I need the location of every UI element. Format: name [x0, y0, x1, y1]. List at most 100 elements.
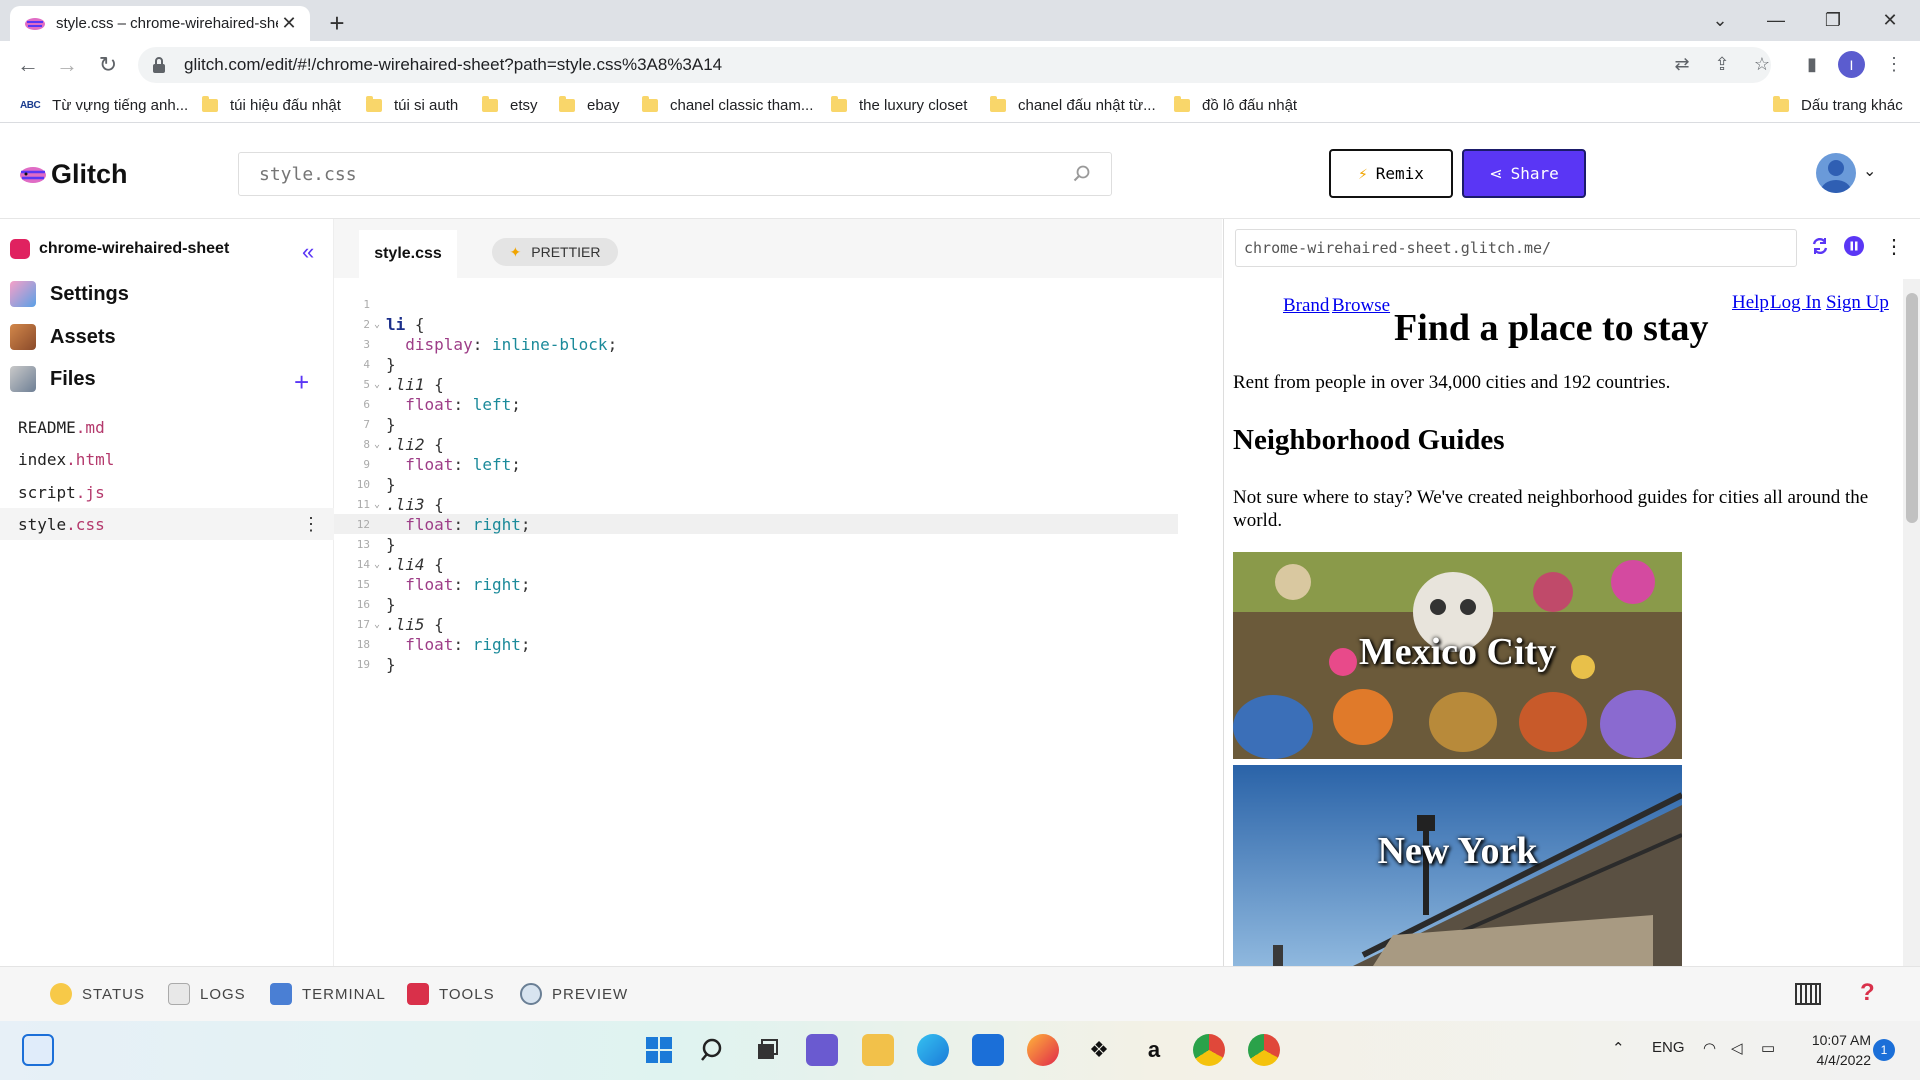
glitch-logo[interactable]: Glitch	[19, 159, 128, 190]
preview-url-field[interactable]: chrome-wirehaired-sheet.glitch.me/	[1235, 229, 1797, 267]
file-explorer-icon[interactable]	[862, 1034, 894, 1066]
tray-chevron-icon[interactable]: ⌃	[1612, 1039, 1625, 1057]
bookmark-item[interactable]: chanel đấu nhật từ...	[990, 94, 1156, 116]
code-area[interactable]: 1 2 ⌄ li {3 display: inline-block; 4} 5 ⌄ .li1 …	[334, 294, 1222, 674]
file-options-icon[interactable]: ⋮	[302, 514, 320, 535]
file-item-active[interactable]: style .css ⋮	[0, 508, 334, 540]
preview-button[interactable]: PREVIEW	[520, 983, 628, 1005]
bookmark-item[interactable]: ebay	[559, 94, 620, 116]
search-icon[interactable]	[1073, 165, 1091, 183]
code-line[interactable]: 19}	[334, 654, 1222, 674]
logs-button[interactable]: LOGS	[168, 983, 246, 1005]
widgets-icon[interactable]	[22, 1034, 54, 1066]
back-icon[interactable]: ←	[14, 51, 42, 79]
code-line[interactable]: 4}	[334, 354, 1222, 374]
bookmark-item[interactable]: ABC Từ vựng tiếng anh...	[20, 94, 188, 116]
fold-toggle-icon[interactable]: ⌄	[374, 319, 386, 330]
file-item[interactable]: index .html	[0, 443, 334, 475]
chevron-down-icon[interactable]: ⌄	[1863, 161, 1876, 181]
task-view-icon[interactable]	[751, 1034, 783, 1066]
share-page-icon[interactable]: ⇪	[1710, 52, 1734, 76]
restore-icon[interactable]: ❐	[1805, 0, 1861, 41]
mail-icon[interactable]	[972, 1034, 1004, 1066]
tab-style-css[interactable]: style.css	[359, 230, 457, 278]
code-line[interactable]: 1	[334, 294, 1222, 314]
code-line[interactable]: 5 ⌄ .li1 {	[334, 374, 1222, 394]
nav-link-signup[interactable]: Sign Up	[1826, 292, 1889, 314]
keyboard-shortcuts-icon[interactable]	[1795, 982, 1821, 1006]
code-line[interactable]: 10}	[334, 474, 1222, 494]
code-line[interactable]: 18 float: right;	[334, 634, 1222, 654]
forward-icon[interactable]: →	[53, 51, 81, 79]
help-icon[interactable]: ?	[1860, 979, 1875, 1007]
browser-profile-avatar[interactable]: I	[1838, 51, 1865, 78]
minimize-icon[interactable]: —	[1748, 0, 1804, 41]
code-line[interactable]: 2 ⌄ li {	[334, 314, 1222, 334]
omnibox[interactable]: glitch.com/edit/#!/chrome-wirehaired-she…	[138, 47, 1771, 83]
tab-close-icon[interactable]: ✕	[278, 13, 300, 35]
preview-menu-icon[interactable]: ⋮	[1882, 234, 1906, 258]
add-file-icon[interactable]: +	[294, 367, 309, 398]
edge-icon[interactable]	[917, 1034, 949, 1066]
battery-icon[interactable]: ▭	[1761, 1039, 1775, 1057]
prettier-button[interactable]: ✦ PRETTIER	[492, 238, 618, 266]
fold-toggle-icon[interactable]: ⌄	[374, 559, 386, 570]
preview-scrollbar[interactable]	[1903, 279, 1920, 966]
fold-toggle-icon[interactable]: ⌄	[374, 619, 386, 630]
search-input[interactable]	[259, 163, 1073, 185]
amazon-icon[interactable]: a	[1138, 1034, 1170, 1066]
bookmark-item[interactable]: etsy	[482, 94, 538, 116]
chrome-profile-t-icon[interactable]	[1193, 1034, 1225, 1066]
fold-toggle-icon[interactable]: ⌄	[374, 379, 386, 390]
collapse-sidebar-icon[interactable]: «	[302, 239, 314, 265]
taskbar-clock[interactable]: 10:07 AM 4/4/2022	[1799, 1030, 1871, 1070]
nav-link-help[interactable]: Help	[1732, 292, 1769, 314]
bookmark-item[interactable]: chanel classic tham...	[642, 94, 813, 116]
nav-link-browse[interactable]: Browse	[1332, 295, 1390, 317]
tools-button[interactable]: TOOLS	[407, 983, 495, 1005]
project-header[interactable]: chrome-wirehaired-sheet	[10, 239, 229, 259]
code-line[interactable]: 16}	[334, 594, 1222, 614]
dropbox-icon[interactable]: ❖	[1083, 1034, 1115, 1066]
city-card-new-york[interactable]: New York	[1233, 765, 1682, 966]
code-line[interactable]: 7}	[334, 414, 1222, 434]
file-item[interactable]: README .md	[0, 411, 334, 443]
taskbar-search-icon[interactable]	[697, 1034, 729, 1066]
side-panel-icon[interactable]: ▮	[1800, 52, 1824, 76]
code-line[interactable]: 15 float: right;	[334, 574, 1222, 594]
nav-link-brand[interactable]: Brand	[1283, 295, 1329, 317]
terminal-button[interactable]: TERMINAL	[270, 983, 386, 1005]
code-line[interactable]: 14 ⌄ .li4 {	[334, 554, 1222, 574]
other-bookmarks[interactable]: Dấu trang khác	[1773, 94, 1903, 116]
file-item[interactable]: script .js	[0, 476, 334, 508]
sidebar-item-assets[interactable]: Assets	[10, 324, 116, 350]
wifi-icon[interactable]: ◠	[1703, 1039, 1716, 1057]
volume-icon[interactable]: ◁	[1731, 1039, 1743, 1057]
fold-toggle-icon[interactable]: ⌄	[374, 499, 386, 510]
code-line[interactable]: 13}	[334, 534, 1222, 554]
code-line[interactable]: 3 display: inline-block;	[334, 334, 1222, 354]
bookmark-item[interactable]: the luxury closet	[831, 94, 967, 116]
city-card-mexico[interactable]: Mexico City	[1233, 552, 1682, 759]
browser-tab[interactable]: style.css – chrome-wirehaired-she ✕	[10, 6, 310, 41]
nav-link-login[interactable]: Log In	[1770, 292, 1821, 314]
code-line[interactable]: 9 float: left;	[334, 454, 1222, 474]
firefox-icon[interactable]	[1027, 1034, 1059, 1066]
status-button[interactable]: STATUS	[50, 983, 145, 1005]
reload-icon[interactable]: ↻	[94, 51, 122, 79]
search-field[interactable]	[238, 152, 1112, 196]
bookmark-item[interactable]: đồ lô đấu nhật	[1174, 94, 1297, 116]
scrollbar-thumb[interactable]	[1906, 293, 1918, 523]
bookmark-star-icon[interactable]: ☆	[1750, 52, 1774, 76]
code-line[interactable]: 12 float: right;	[334, 514, 1178, 534]
code-line[interactable]: 6 float: left;	[334, 394, 1222, 414]
input-language[interactable]: ENG	[1652, 1039, 1685, 1056]
code-line[interactable]: 17 ⌄ .li5 {	[334, 614, 1222, 634]
new-tab-icon[interactable]: +	[322, 8, 352, 38]
refresh-icon[interactable]	[1808, 234, 1832, 258]
chrome-active-icon[interactable]	[1248, 1034, 1280, 1066]
code-line[interactable]: 8 ⌄ .li2 {	[334, 434, 1222, 454]
notification-badge[interactable]: 1	[1873, 1039, 1895, 1061]
translate-icon[interactable]: ⇄	[1670, 52, 1694, 76]
tab-search-chevron-icon[interactable]: ⌄	[1692, 0, 1748, 41]
